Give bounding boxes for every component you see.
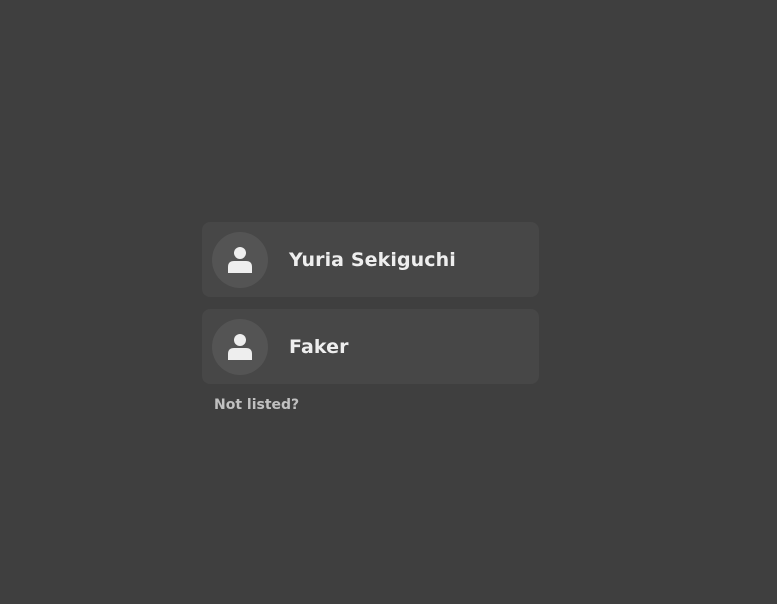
user-avatar-icon: [228, 333, 252, 360]
user-avatar-icon: [228, 246, 252, 273]
not-listed-link[interactable]: Not listed?: [214, 397, 299, 413]
user-name: Yuria Sekiguchi: [289, 248, 456, 271]
avatar: [212, 318, 268, 375]
user-name: Faker: [289, 335, 349, 358]
user-item-yuria-sekiguchi[interactable]: Yuria Sekiguchi: [202, 222, 539, 297]
user-list: Yuria Sekiguchi Faker: [202, 222, 539, 396]
user-item-faker[interactable]: Faker: [202, 309, 539, 384]
avatar: [212, 231, 268, 288]
